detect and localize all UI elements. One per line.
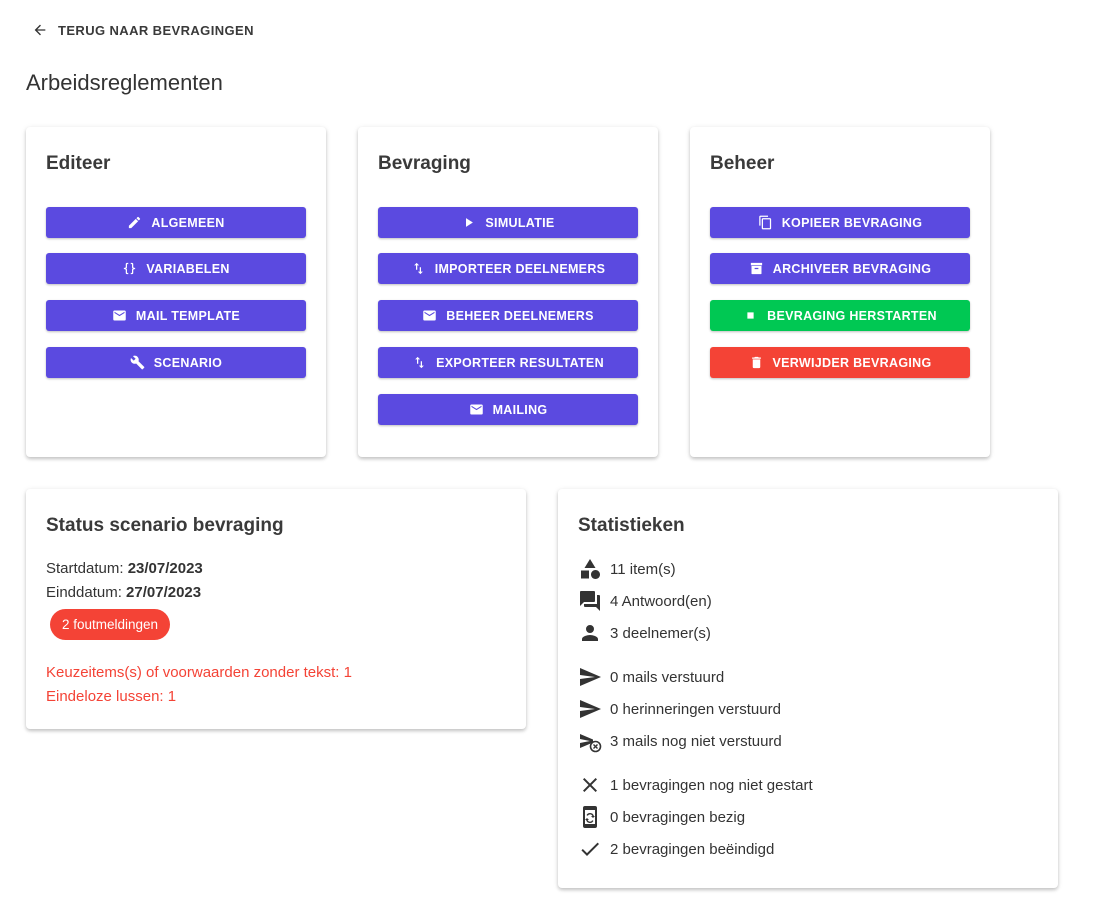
shapes-icon [581,559,600,579]
pencil-icon [129,216,141,229]
import-participants-button[interactable]: IMPORTEER DEELNEMERS [378,253,638,284]
stop-icon [747,312,754,319]
stat-mails-sent-text: 0 mails verstuurd [610,668,725,686]
stat-finished: 2 bevragingen beëindigd [578,837,774,861]
error-message: Keuzeitems(s) of voorwaarden zonder teks… [46,664,352,681]
variables-button[interactable]: VARIABELEN [46,253,306,284]
stat-mails-not-sent: 3 mails nog niet verstuurd [578,729,782,753]
mail-icon [423,310,436,321]
stat-items: 11 item(s) [578,557,676,581]
general-button[interactable]: ALGEMEEN [46,207,306,238]
delete-survey-button-label: VERWIJDER BEVRAGING [772,355,932,370]
edit-card-title: Editeer [46,153,111,174]
wrench-icon [130,355,145,370]
scenario-button-label: SCENARIO [153,355,223,370]
copy-survey-button[interactable]: KOPIEER BEVRAGING [710,207,970,238]
mail-icon [469,404,483,415]
end-date: Einddatum: 27/07/2023 [46,584,201,601]
stat-in-progress-text: 0 bevragingen bezig [610,808,746,826]
braces-icon [124,262,136,275]
stats-card: Statistieken 11 item(s) 4 Antwoord(en) 3… [558,489,1058,888]
variables-button-label: VARIABELEN [146,261,230,276]
error-count-badge: 2 foutmeldingen [50,609,171,640]
send-icon [580,700,601,718]
play-icon [466,218,474,227]
import-participants-button-label: IMPORTEER DEELNEMERS [434,261,606,276]
mailing-button-label: MAILING [492,402,548,417]
swap-vertical-icon [413,262,423,275]
manage-card-title: Beheer [710,153,775,174]
archive-icon [750,262,762,275]
export-results-button-label: EXPORTEER RESULTATEN [436,355,604,370]
mail-icon [113,310,126,321]
forum-icon [580,591,600,611]
export-results-button[interactable]: EXPORTEER RESULTATEN [378,347,638,378]
check-icon [581,842,599,856]
stat-mails-sent: 0 mails verstuurd [578,665,724,689]
copy-survey-button-label: KOPIEER BEVRAGING [781,215,923,230]
delete-survey-button[interactable]: VERWIJDER BEVRAGING [710,347,970,378]
copy-icon [758,215,771,230]
status-card: Status scenario bevraging Startdatum: 23… [26,489,526,729]
stat-items-text: 11 item(s) [610,560,676,578]
mail-template-button-label: MAIL TEMPLATE [135,308,241,323]
survey-card-title: Bevraging [378,153,471,174]
end-date-label: Einddatum: [46,584,127,601]
manage-participants-button-label: BEHEER DEELNEMERS [446,308,594,323]
error-message: Eindeloze lussen: 1 [46,688,177,705]
edit-card: Editeer ALGEMEEN VARIABELEN MAIL TEMPLAT… [26,127,326,457]
restart-survey-button[interactable]: BEVRAGING HERSTARTEN [710,300,970,331]
phone-sync-icon [583,806,597,828]
simulation-button[interactable]: SIMULATIE [378,207,638,238]
stat-not-started: 1 bevragingen nog niet gestart [578,773,813,797]
send-icon [580,668,601,686]
swap-vertical-icon [415,356,424,369]
simulation-button-label: SIMULATIE [485,215,555,230]
archive-survey-button[interactable]: ARCHIVEER BEVRAGING [710,253,970,284]
close-icon [583,778,597,792]
arrow-left-icon [34,24,46,36]
scenario-button[interactable]: SCENARIO [46,347,306,378]
back-to-surveys-link[interactable]: TERUG NAAR BEVRAGINGEN [32,22,254,38]
manage-card: Beheer KOPIEER BEVRAGING ARCHIVEER BEVRA… [690,127,990,457]
archive-survey-button-label: ARCHIVEER BEVRAGING [772,261,932,276]
start-date-label: Startdatum: [46,560,128,577]
stat-reminders-sent: 0 herinneringen verstuurd [578,697,781,721]
back-link-label: TERUG NAAR BEVRAGINGEN [58,22,254,38]
person-icon [582,625,598,641]
stat-answers-text: 4 Antwoord(en) [610,592,712,610]
mail-template-button[interactable]: MAIL TEMPLATE [46,300,306,331]
status-card-title: Status scenario bevraging [46,515,284,536]
stats-card-title: Statistieken [578,515,685,536]
survey-card: Bevraging SIMULATIE IMPORTEER DEELNEMERS… [358,127,658,457]
stat-answers: 4 Antwoord(en) [578,589,712,613]
end-date-value: 27/07/2023 [126,584,202,601]
page-title: Arbeidsreglementen [26,70,223,95]
send-clock-icon [580,734,602,753]
general-button-label: ALGEMEEN [151,215,225,230]
stat-reminders-sent-text: 0 herinneringen verstuurd [610,700,781,718]
restart-survey-button-label: BEVRAGING HERSTARTEN [767,308,937,323]
start-date-value: 23/07/2023 [127,560,203,577]
stat-participants-text: 3 deelnemer(s) [610,624,711,642]
stat-in-progress: 0 bevragingen bezig [578,805,745,829]
manage-participants-button[interactable]: BEHEER DEELNEMERS [378,300,638,331]
trash-icon [751,356,761,369]
start-date: Startdatum: 23/07/2023 [46,560,203,577]
stat-not-started-text: 1 bevragingen nog niet gestart [610,776,813,794]
stat-mails-not-sent-text: 3 mails nog niet verstuurd [610,732,782,750]
mailing-button[interactable]: MAILING [378,394,638,425]
stat-finished-text: 2 bevragingen beëindigd [610,840,775,858]
stat-participants: 3 deelnemer(s) [578,621,711,645]
